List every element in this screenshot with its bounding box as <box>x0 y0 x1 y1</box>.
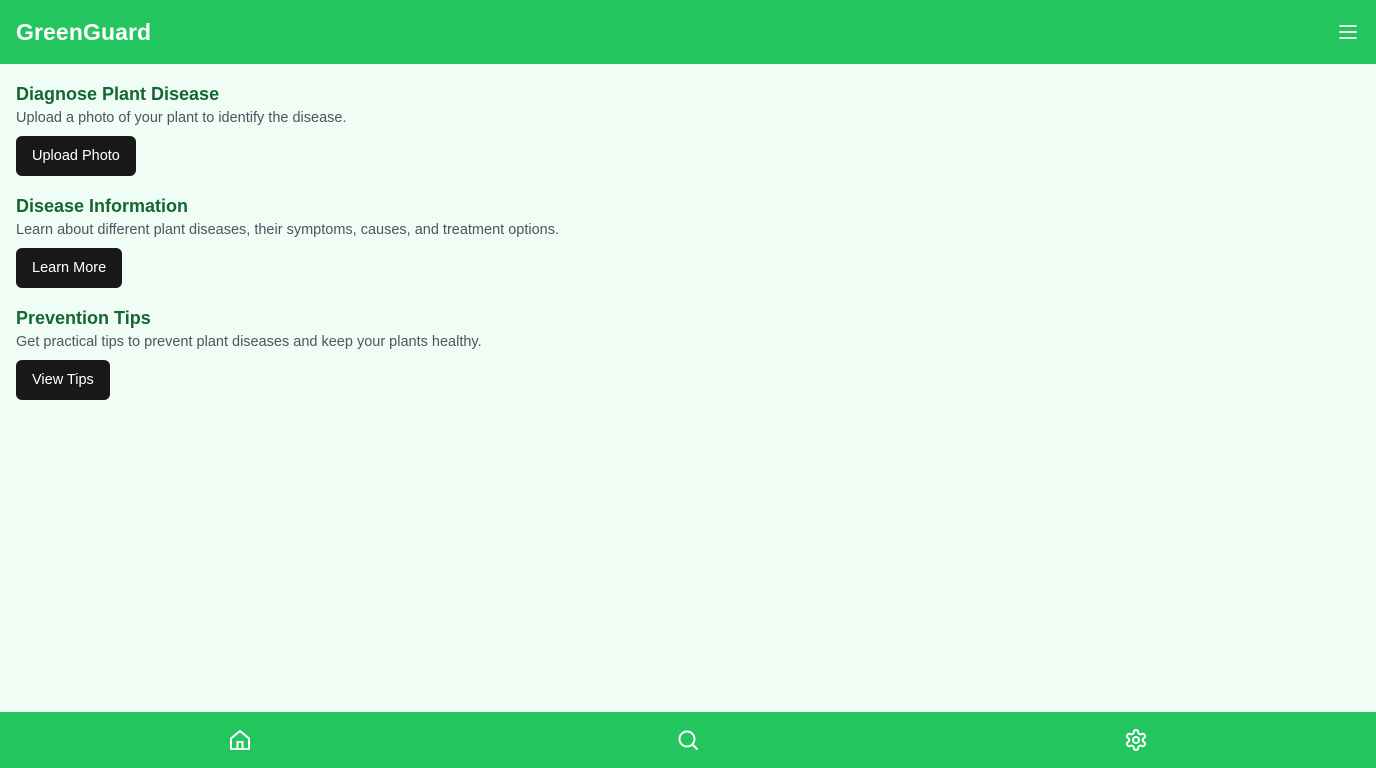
view-tips-button[interactable]: View Tips <box>16 360 110 400</box>
section-description: Upload a photo of your plant to identify… <box>16 110 347 126</box>
app-root: GreenGuard Diagnose Plant Disease Upload… <box>0 0 1376 768</box>
top-app-bar: GreenGuard <box>0 0 1376 64</box>
learn-more-button[interactable]: Learn More <box>16 248 123 288</box>
section-disease-information: Disease Information Learn about differen… <box>16 192 1360 304</box>
section-title: Disease Information <box>16 196 189 216</box>
search-icon[interactable] <box>676 728 700 752</box>
section-title: Prevention Tips <box>16 308 151 328</box>
menu-icon[interactable] <box>1338 22 1358 42</box>
bottom-nav <box>0 712 1376 768</box>
section-title: Diagnose Plant Disease <box>16 84 220 104</box>
section-description: Learn about different plant diseases, th… <box>16 222 559 238</box>
section-prevention-tips: Prevention Tips Get practical tips to pr… <box>16 304 1360 416</box>
gear-icon[interactable] <box>1124 728 1148 752</box>
section-diagnose: Diagnose Plant Disease Upload a photo of… <box>16 80 1360 192</box>
app-title: GreenGuard <box>16 19 152 45</box>
main-content: Diagnose Plant Disease Upload a photo of… <box>16 80 1360 416</box>
upload-photo-button[interactable]: Upload Photo <box>16 136 136 176</box>
home-icon[interactable] <box>228 728 252 752</box>
section-description: Get practical tips to prevent plant dise… <box>16 334 482 350</box>
